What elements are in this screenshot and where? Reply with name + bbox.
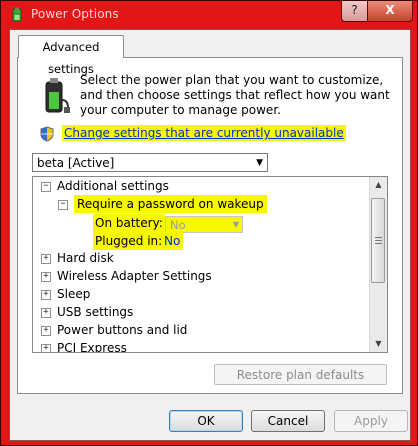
- power-options-icon: [12, 7, 22, 22]
- tree-item-additional-settings[interactable]: Additional settings: [57, 177, 169, 195]
- settings-tree[interactable]: − Additional settings − Require a passwo…: [32, 176, 388, 353]
- chevron-down-icon: ▼: [256, 158, 263, 168]
- power-plan-value: beta [Active]: [37, 156, 115, 170]
- tree-scrollbar[interactable]: ▲ ▼: [369, 177, 387, 352]
- scroll-up-icon[interactable]: ▲: [370, 177, 387, 193]
- grip-line: [375, 243, 382, 244]
- expand-icon[interactable]: +: [41, 326, 51, 336]
- expand-icon[interactable]: +: [41, 272, 51, 282]
- collapse-icon[interactable]: −: [41, 182, 51, 192]
- apply-button[interactable]: Apply: [334, 410, 408, 432]
- on-battery-select[interactable]: No ▼: [165, 216, 243, 233]
- chevron-down-icon: ▼: [232, 220, 239, 229]
- plugged-in-value[interactable]: No: [161, 232, 184, 250]
- on-battery-label: On battery:: [93, 214, 165, 232]
- expand-icon[interactable]: +: [41, 254, 51, 264]
- grip-line: [375, 240, 382, 241]
- intro-text: Select the power plan that you want to c…: [80, 73, 390, 117]
- tree-item-sleep[interactable]: Sleep: [57, 285, 90, 303]
- battery-plug-icon: [45, 78, 70, 113]
- expand-icon[interactable]: +: [41, 290, 51, 300]
- grip-line: [375, 237, 382, 238]
- tree-item-pci-express[interactable]: PCI Express: [57, 339, 127, 352]
- change-settings-link[interactable]: Change settings that are currently unava…: [62, 125, 346, 141]
- close-button[interactable]: X: [367, 1, 413, 22]
- expand-icon[interactable]: +: [41, 308, 51, 318]
- window-title: Power Options: [31, 7, 119, 21]
- scroll-thumb[interactable]: [371, 198, 385, 283]
- plugged-in-label: Plugged in:: [93, 232, 165, 250]
- tree-item-usb-settings[interactable]: USB settings: [57, 303, 133, 321]
- collapse-icon[interactable]: −: [58, 200, 68, 210]
- uac-shield-icon: [40, 126, 54, 142]
- power-plan-select[interactable]: beta [Active] ▼: [32, 153, 268, 172]
- on-battery-value: No: [170, 218, 186, 232]
- title-bar[interactable]: Power Options ? X: [1, 1, 417, 29]
- tab-advanced-settings[interactable]: Advanced settings: [18, 35, 124, 76]
- restore-defaults-button[interactable]: Restore plan defaults: [214, 364, 387, 385]
- tree-item-require-password[interactable]: Require a password on wakeup: [74, 195, 267, 213]
- expand-icon[interactable]: +: [41, 344, 51, 352]
- tree-item-hard-disk[interactable]: Hard disk: [57, 249, 114, 267]
- tree-item-wireless-adapter[interactable]: Wireless Adapter Settings: [57, 267, 212, 285]
- cancel-button[interactable]: Cancel: [251, 410, 325, 432]
- power-options-window: Power Options ? X Advanced settings Sele…: [0, 0, 418, 446]
- help-button[interactable]: ?: [341, 1, 368, 22]
- scroll-down-icon[interactable]: ▼: [370, 336, 387, 352]
- advanced-settings-panel: Select the power plan that you want to c…: [17, 57, 403, 394]
- dialog-client-area: Advanced settings Select the power plan …: [9, 29, 411, 441]
- tree-item-power-buttons[interactable]: Power buttons and lid: [57, 321, 187, 339]
- ok-button[interactable]: OK: [169, 410, 243, 432]
